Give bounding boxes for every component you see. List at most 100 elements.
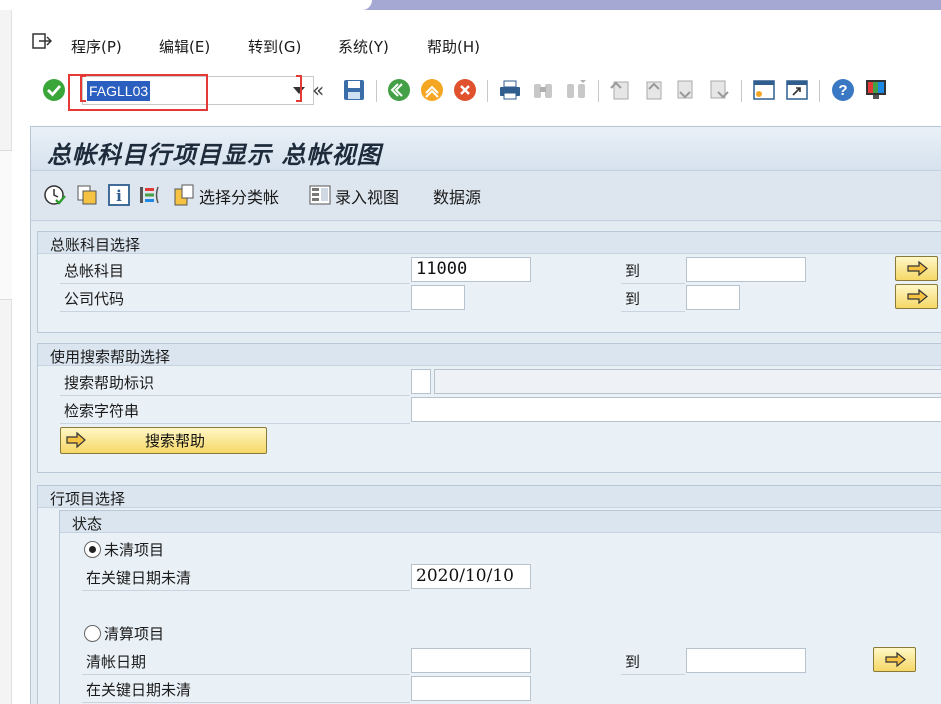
group-header: 总账科目选择	[38, 232, 941, 254]
toolbar-separator	[741, 80, 742, 102]
clearing-date-multiple-selection-button[interactable]	[873, 647, 916, 672]
company-code-to-field[interactable]	[686, 285, 740, 310]
highlight-box	[68, 74, 208, 111]
label-underline	[621, 311, 685, 312]
menu-system[interactable]: 系统(Y)	[338, 36, 389, 57]
search-help-id-field[interactable]	[411, 369, 431, 394]
menu-program[interactable]: 程序(P)	[71, 36, 122, 57]
application-toolbar: i 选择分类帐 录入视图 数据源	[31, 171, 941, 221]
toolbar-separator	[376, 80, 377, 102]
menu-help[interactable]: 帮助(H)	[427, 36, 480, 57]
line-item-selection-group: 行项目选择 状态 未清项目 在关键日期未清 2020/10/10 清算项目 清帐…	[37, 485, 941, 704]
gutter-notch	[0, 150, 12, 300]
group-header: 行项目选择	[38, 486, 941, 508]
group-title: 使用搜索帮助选择	[50, 348, 171, 366]
exit-icon[interactable]	[420, 78, 444, 102]
previous-page-icon[interactable]	[641, 78, 665, 102]
cleared-items-label: 清算项目	[104, 625, 165, 643]
sap-window: 程序(P) 编辑(E) 转到(G) 系统(Y) 帮助(H) FAGLL03 «	[0, 0, 941, 704]
group-title: 总账科目选择	[50, 236, 141, 254]
save-icon[interactable]	[342, 78, 366, 102]
status-subgroup: 状态 未清项目 在关键日期未清 2020/10/10 清算项目 清帐日期 到 在…	[59, 510, 941, 704]
label-underline	[60, 283, 410, 284]
first-page-icon[interactable]	[608, 78, 632, 102]
back-icon[interactable]	[387, 78, 411, 102]
company-code-from-field[interactable]	[411, 285, 465, 310]
help-icon[interactable]: ?	[831, 78, 855, 102]
dynamic-selections-icon[interactable]	[137, 183, 161, 207]
subgroup-header: 状态	[60, 511, 941, 533]
group-header: 使用搜索帮助选择	[38, 344, 941, 366]
select-ledger-icon[interactable]	[172, 183, 196, 207]
arrow-right-icon	[907, 288, 928, 305]
collapse-chevron-icon[interactable]: «	[312, 78, 324, 102]
menu-exit-icon[interactable]	[32, 32, 52, 50]
next-page-icon[interactable]	[674, 78, 698, 102]
gl-account-to-field[interactable]	[686, 257, 806, 282]
open-items-label: 未清项目	[104, 541, 165, 559]
entry-view-icon[interactable]	[308, 183, 332, 207]
search-help-group: 使用搜索帮助选择 搜索帮助标识 检索字符串 搜索帮助	[37, 343, 941, 473]
cancel-icon[interactable]	[453, 78, 477, 102]
clearing-date-to-label: 到	[625, 653, 641, 671]
menu-goto[interactable]: 转到(G)	[248, 36, 301, 57]
clearing-date-to-field[interactable]	[686, 648, 806, 673]
title-bar: 总帐科目行项目显示 总帐视图	[31, 127, 941, 171]
execute-icon[interactable]	[43, 183, 67, 207]
cleared-items-radio[interactable]	[84, 625, 101, 642]
gl-account-selection-group: 总账科目选择 总帐科目 11000 到 公司代码 到	[37, 231, 941, 333]
clearing-date-from-field[interactable]	[411, 648, 531, 673]
arrow-right-icon	[66, 431, 86, 449]
search-string-label: 检索字符串	[64, 402, 140, 420]
search-help-id-label: 搜索帮助标识	[64, 374, 155, 392]
highlight-bracket-left	[80, 75, 86, 102]
company-code-multiple-selection-button[interactable]	[895, 284, 938, 309]
highlight-bracket-right	[296, 75, 302, 102]
toolbar-separator	[819, 80, 820, 102]
label-underline	[621, 674, 685, 675]
toolbar-separator	[487, 80, 488, 102]
subgroup-title: 状态	[72, 515, 103, 533]
gl-account-to-label: 到	[625, 262, 641, 280]
svg-text:i: i	[116, 187, 122, 205]
select-ledger-button[interactable]: 选择分类帐	[199, 184, 279, 208]
open-key-date-label: 在关键日期未清	[86, 569, 192, 587]
arrow-right-icon	[907, 260, 928, 277]
cleared-key-date-field[interactable]	[411, 676, 531, 701]
find-next-icon[interactable]	[564, 78, 588, 102]
selection-screen: 总账科目选择 总帐科目 11000 到 公司代码 到 使用搜索帮助选择 搜索帮助…	[31, 222, 941, 704]
label-underline	[82, 702, 410, 703]
print-icon[interactable]	[498, 78, 522, 102]
page-title: 总帐科目行项目显示 总帐视图	[47, 141, 382, 169]
open-items-radio[interactable]	[84, 541, 101, 558]
arrow-right-icon	[885, 651, 906, 668]
get-variant-icon[interactable]	[75, 183, 99, 207]
search-string-field[interactable]	[411, 397, 941, 422]
label-underline	[621, 283, 685, 284]
find-icon[interactable]	[531, 78, 555, 102]
last-page-icon[interactable]	[707, 78, 731, 102]
label-underline	[60, 423, 410, 424]
clearing-date-label: 清帐日期	[86, 653, 147, 671]
shortcut-icon[interactable]	[785, 78, 809, 102]
left-gutter	[0, 10, 12, 704]
standard-toolbar: FAGLL03 « ?	[12, 70, 941, 112]
info-icon[interactable]: i	[107, 183, 131, 207]
menu-edit[interactable]: 编辑(E)	[159, 36, 210, 57]
enter-check-icon[interactable]	[42, 78, 66, 102]
search-help-button-label: 搜索帮助	[145, 432, 206, 450]
label-underline	[82, 590, 410, 591]
svg-text:?: ?	[838, 82, 847, 99]
customize-layout-icon[interactable]	[864, 78, 888, 102]
gl-account-multiple-selection-button[interactable]	[895, 256, 938, 281]
cleared-key-date-label: 在关键日期未清	[86, 681, 192, 699]
gl-account-label: 总帐科目	[64, 262, 125, 280]
open-key-date-field[interactable]: 2020/10/10	[411, 564, 531, 589]
data-source-button[interactable]: 数据源	[433, 184, 481, 208]
search-help-button[interactable]: 搜索帮助	[60, 427, 267, 454]
group-title: 行项目选择	[50, 490, 126, 508]
gl-account-from-field[interactable]: 11000	[411, 257, 531, 282]
label-underline	[60, 395, 410, 396]
entry-view-button[interactable]: 录入视图	[335, 184, 399, 208]
new-session-icon[interactable]	[752, 78, 776, 102]
